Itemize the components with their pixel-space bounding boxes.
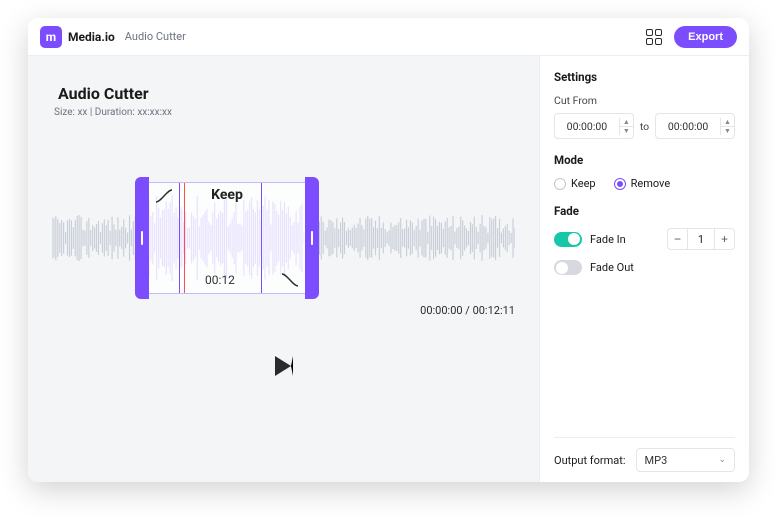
- fade-in-decrement[interactable]: −: [668, 229, 688, 249]
- playhead-line: [184, 183, 185, 293]
- start-stepper: ▲ ▼: [619, 118, 633, 135]
- fade-in-stepper: − 1 +: [667, 228, 735, 250]
- selection-label: Keep: [149, 187, 305, 203]
- end-step-up[interactable]: ▲: [721, 118, 734, 127]
- cut-from-label: Cut From: [554, 94, 735, 107]
- fade-out-toggle[interactable]: [554, 260, 582, 275]
- fade-in-increment[interactable]: +: [714, 229, 734, 249]
- fade-in-row: Fade In − 1 +: [554, 228, 735, 250]
- page-title: Audio Cutter: [58, 84, 515, 103]
- end-stepper: ▲ ▼: [720, 118, 734, 135]
- mode-remove-label: Remove: [631, 177, 671, 190]
- fade-out-row: Fade Out: [554, 260, 735, 275]
- selection-divider: [179, 183, 180, 293]
- app-body: Audio Cutter Size: xx | Duration: xx:xx:…: [28, 56, 749, 482]
- fade-in-value: 1: [688, 233, 714, 246]
- radio-icon: [614, 178, 626, 190]
- output-format-select[interactable]: MP3 ⌄: [636, 448, 735, 472]
- fade-out-label: Fade Out: [590, 261, 634, 274]
- start-step-down[interactable]: ▼: [620, 127, 633, 135]
- editor-canvas: Audio Cutter Size: xx | Duration: xx:xx:…: [28, 56, 539, 482]
- app-window: m Media.io Audio Cutter Export Audio Cut…: [28, 18, 749, 482]
- selection-region[interactable]: Keep 00:12: [148, 182, 306, 294]
- file-meta: Size: xx | Duration: xx:xx:xx: [54, 107, 515, 118]
- settings-sidebar: Settings Cut From 00:00:00 ▲ ▼ to 00:00:…: [539, 56, 749, 482]
- play-button[interactable]: [275, 356, 293, 376]
- output-row: Output format: MP3 ⌄: [554, 437, 735, 472]
- mode-title: Mode: [554, 153, 735, 167]
- selection-divider: [261, 183, 262, 293]
- brand-logo-icon: m: [40, 26, 62, 48]
- chevron-down-icon: ⌄: [718, 455, 726, 465]
- output-format-label: Output format:: [554, 454, 626, 467]
- mode-remove-radio[interactable]: Remove: [614, 177, 671, 190]
- radio-icon: [554, 178, 566, 190]
- mode-row: Keep Remove: [554, 177, 735, 190]
- fade-out-curve-icon: [281, 273, 299, 287]
- apps-grid-icon[interactable]: [646, 29, 662, 45]
- cut-from-row: 00:00:00 ▲ ▼ to 00:00:00 ▲ ▼: [554, 113, 735, 139]
- mode-keep-label: Keep: [571, 177, 596, 190]
- cut-from-end-input[interactable]: 00:00:00 ▲ ▼: [655, 113, 735, 139]
- selection-handle-left[interactable]: [135, 177, 149, 299]
- fade-in-toggle[interactable]: [554, 232, 582, 247]
- end-step-down[interactable]: ▼: [721, 127, 734, 135]
- breadcrumb-page: Audio Cutter: [125, 30, 186, 43]
- time-readout: 00:00:00 / 00:12:11: [52, 304, 515, 317]
- app-header: m Media.io Audio Cutter Export: [28, 18, 749, 56]
- cut-from-end-value: 00:00:00: [656, 120, 720, 133]
- selection-duration: 00:12: [181, 273, 259, 287]
- fade-in-curve-icon: [155, 189, 173, 203]
- cut-from-start-value: 00:00:00: [555, 120, 619, 133]
- fade-title: Fade: [554, 204, 735, 218]
- settings-title: Settings: [554, 70, 735, 84]
- cut-from-start-input[interactable]: 00:00:00 ▲ ▼: [554, 113, 634, 139]
- waveform-track[interactable]: Keep 00:12: [52, 188, 515, 288]
- output-format-value: MP3: [645, 454, 668, 467]
- brand-name: Media.io: [68, 30, 115, 44]
- start-step-up[interactable]: ▲: [620, 118, 633, 127]
- mode-keep-radio[interactable]: Keep: [554, 177, 596, 190]
- selection-handle-right[interactable]: [305, 177, 319, 299]
- cut-to-label: to: [640, 120, 649, 133]
- fade-in-label: Fade In: [590, 233, 626, 246]
- export-button[interactable]: Export: [674, 26, 737, 48]
